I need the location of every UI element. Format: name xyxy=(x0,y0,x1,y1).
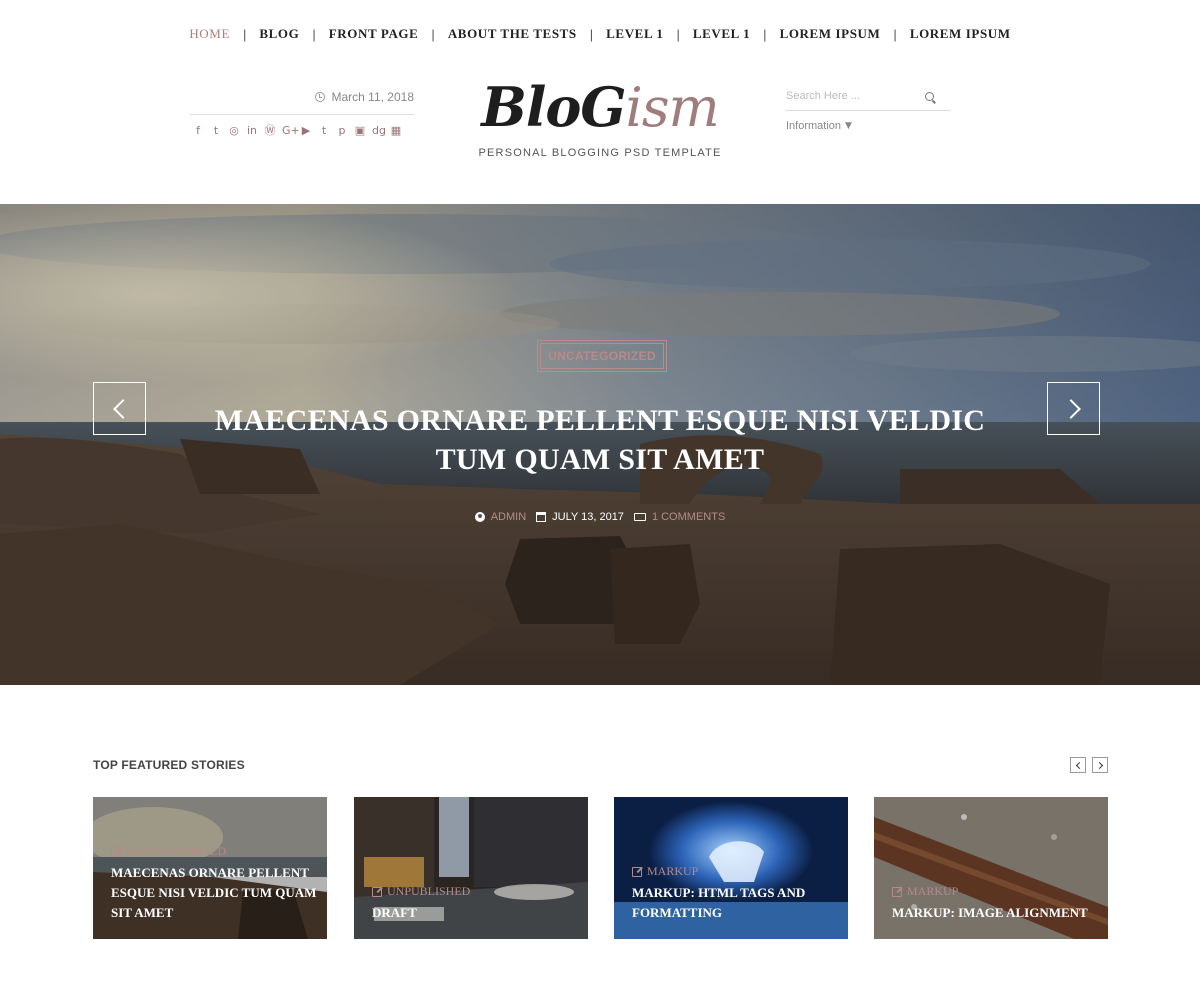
hero-date-text: JULY 13, 2017 xyxy=(552,511,624,523)
information-dropdown-label: Information xyxy=(786,120,842,132)
nav-about-the-tests[interactable]: ABOUT THE TESTS xyxy=(448,26,577,42)
edit-icon xyxy=(111,846,121,857)
featured-heading: TOP FEATURED STORIES xyxy=(93,758,245,772)
caret-down-icon: ▼ xyxy=(845,121,852,131)
user-icon xyxy=(474,512,485,522)
nav-home[interactable]: HOME xyxy=(189,26,230,42)
nav-separator: | xyxy=(763,26,767,42)
site-tagline: PERSONAL BLOGGING PSD TEMPLATE xyxy=(478,147,722,159)
youtube-icon[interactable]: ▶ xyxy=(300,125,312,137)
nav-separator: | xyxy=(676,26,680,42)
table-icon[interactable]: ▦ xyxy=(390,125,402,137)
google-plus-icon[interactable]: G+ xyxy=(282,125,300,137)
hero-next-button[interactable] xyxy=(1047,382,1100,435)
featured-nav xyxy=(1070,757,1108,773)
card-overlay: UNPUBLISHED DRAFT xyxy=(354,884,588,939)
nav-separator: | xyxy=(893,26,897,42)
card-overlay: UNCATEGORIZED MAECENAS ORNARE PELLENT ES… xyxy=(93,844,327,939)
briefcase-icon[interactable]: ▣ xyxy=(354,125,366,137)
chevron-right-icon xyxy=(1095,761,1103,769)
hero-meta: ADMIN JULY 13, 2017 1 COMMENTS xyxy=(0,511,1200,523)
nav-separator: | xyxy=(589,26,594,42)
featured-card[interactable]: UNPUBLISHED DRAFT xyxy=(354,797,588,939)
card-title[interactable]: MAECENAS ORNARE PELLENT ESQUE NISI VELDI… xyxy=(111,863,317,923)
site-logo[interactable]: BloGism PERSONAL BLOGGING PSD TEMPLATE xyxy=(470,70,730,159)
hero-category-badge[interactable]: UNCATEGORIZED xyxy=(537,340,667,372)
instagram-icon[interactable]: ◎ xyxy=(228,125,240,137)
hero-date: JULY 13, 2017 xyxy=(536,511,624,523)
card-category[interactable]: UNPUBLISHED xyxy=(372,884,578,899)
calendar-icon xyxy=(536,512,547,522)
header-right: Information ▼ xyxy=(786,90,950,132)
logo-part-2: ism xyxy=(625,76,720,139)
card-overlay: MARKUP MARKUP: IMAGE ALIGNMENT xyxy=(874,884,1108,939)
header-date-text: March 11, 2018 xyxy=(331,90,415,104)
featured-card[interactable]: MARKUP MARKUP: HTML TAGS AND FORMATTING xyxy=(614,797,848,939)
hero-author[interactable]: ADMIN xyxy=(474,511,527,523)
nav-front-page[interactable]: FRONT PAGE xyxy=(329,26,419,42)
logo-part-1: BloG xyxy=(481,75,626,139)
nav-separator: | xyxy=(312,26,316,42)
hero-comments[interactable]: 1 COMMENTS xyxy=(633,511,726,523)
card-category-label: UNCATEGORIZED xyxy=(126,844,226,858)
card-category-label: MARKUP xyxy=(647,864,699,878)
chevron-left-icon xyxy=(112,398,133,419)
card-category[interactable]: MARKUP xyxy=(892,884,1098,899)
header-date: March 11, 2018 xyxy=(190,90,414,115)
nav-level-1[interactable]: LEVEL 1 xyxy=(606,26,663,42)
hero-author-name: ADMIN xyxy=(490,511,527,523)
social-links: f t ◎ in Ⓦ G+ ▶ t p ▣ dg ▦ xyxy=(190,125,414,137)
featured-next-button[interactable] xyxy=(1092,757,1108,773)
search-input[interactable] xyxy=(786,90,916,102)
nav-lorem-ipsum-b[interactable]: LOREM IPSUM xyxy=(910,26,1011,42)
featured-prev-button[interactable] xyxy=(1070,757,1086,773)
facebook-icon[interactable]: f xyxy=(192,125,204,137)
tumblr-icon[interactable]: t xyxy=(318,125,330,137)
clock-icon xyxy=(314,92,325,102)
nav-blog[interactable]: BLOG xyxy=(259,26,299,42)
featured-card[interactable]: MARKUP MARKUP: IMAGE ALIGNMENT xyxy=(874,797,1108,939)
hero-slider: UNCATEGORIZED MAECENAS ORNARE PELLENT ES… xyxy=(0,204,1200,685)
card-title[interactable]: MARKUP: IMAGE ALIGNMENT xyxy=(892,903,1098,923)
chevron-right-icon xyxy=(1060,398,1081,419)
nav-separator: | xyxy=(431,26,435,42)
card-title[interactable]: DRAFT xyxy=(372,903,578,923)
featured-card[interactable]: UNCATEGORIZED MAECENAS ORNARE PELLENT ES… xyxy=(93,797,327,939)
search-box xyxy=(786,90,950,111)
linkedin-icon[interactable]: in xyxy=(246,125,258,137)
card-category[interactable]: UNCATEGORIZED xyxy=(111,844,317,859)
chevron-left-icon xyxy=(1075,761,1083,769)
edit-icon xyxy=(892,886,902,897)
pinterest-icon[interactable]: p xyxy=(336,125,348,137)
card-category[interactable]: MARKUP xyxy=(632,864,838,879)
logo-text: BloGism xyxy=(470,70,730,145)
card-category-label: MARKUP xyxy=(907,884,959,898)
twitter-icon[interactable]: t xyxy=(210,125,222,137)
header-left: March 11, 2018 f t ◎ in Ⓦ G+ ▶ t p ▣ dg … xyxy=(190,90,414,137)
hero-comments-text: 1 COMMENTS xyxy=(651,511,726,523)
nav-level-1-b[interactable]: LEVEL 1 xyxy=(693,26,750,42)
hero-prev-button[interactable] xyxy=(93,382,146,435)
search-icon[interactable] xyxy=(925,91,934,101)
card-title[interactable]: MARKUP: HTML TAGS AND FORMATTING xyxy=(632,883,838,923)
card-category-label: UNPUBLISHED xyxy=(387,884,471,898)
nav-lorem-ipsum[interactable]: LOREM IPSUM xyxy=(780,26,881,42)
nav-separator: | xyxy=(243,26,247,42)
information-dropdown[interactable]: Information ▼ xyxy=(786,120,950,132)
comment-icon xyxy=(633,513,646,521)
card-overlay: MARKUP MARKUP: HTML TAGS AND FORMATTING xyxy=(614,864,848,939)
main-navigation: HOME | BLOG | FRONT PAGE | ABOUT THE TES… xyxy=(0,26,1200,42)
digg-icon[interactable]: dg xyxy=(372,125,386,137)
wordpress-icon[interactable]: Ⓦ xyxy=(264,125,276,137)
edit-icon xyxy=(372,886,382,897)
edit-icon xyxy=(632,866,642,877)
hero-title[interactable]: MAECENAS ORNARE PELLENT ESQUE NISI VELDI… xyxy=(180,401,1020,479)
